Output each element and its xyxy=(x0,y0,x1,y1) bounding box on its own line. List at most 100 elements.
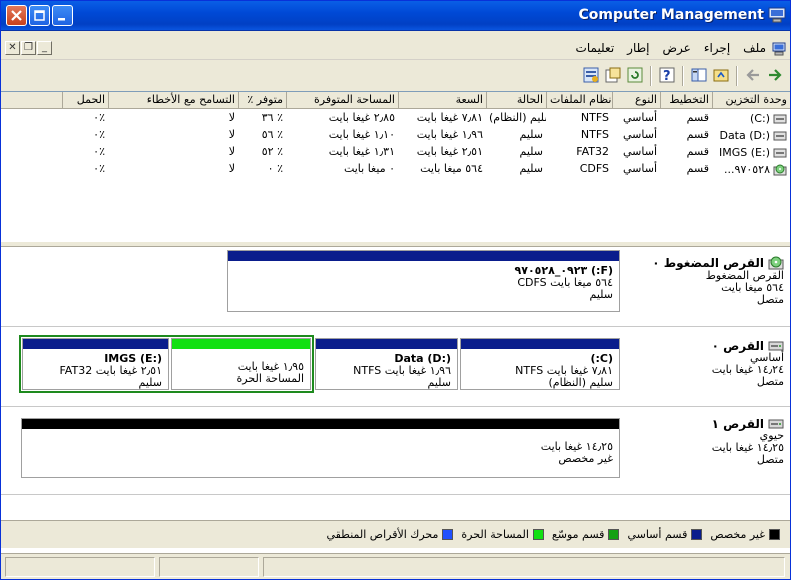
forward-icon[interactable] xyxy=(744,66,762,84)
partition-d[interactable]: Data (D:) ١٫٩٦ غيغا بايت NTFS سليم xyxy=(315,338,458,390)
svg-text:?: ? xyxy=(663,69,671,84)
status-bar xyxy=(1,553,790,579)
partition-bar xyxy=(172,339,310,349)
partition-status: غير مخصص xyxy=(558,452,613,465)
show-hide-tree-icon[interactable] xyxy=(690,66,708,84)
maximize-button[interactable] xyxy=(29,5,50,26)
menu-window[interactable]: إطار xyxy=(627,41,649,55)
volume-percent-free: ٣٦ ٪ xyxy=(261,111,283,124)
legend-label: قسم أساسي xyxy=(627,528,688,541)
col-header-status[interactable]: الحالة xyxy=(486,92,546,109)
volume-filesystem: NTFS xyxy=(580,111,609,124)
main-panel: وحدة التخزين التخطيط النوع نظام الملفات … xyxy=(1,91,790,554)
volume-fault-tolerance: لا xyxy=(228,111,235,124)
volume-type: أساسي xyxy=(622,111,657,124)
legend-item: قسم موسّع xyxy=(552,528,620,541)
volume-free-space: ٠ ميغا بايت xyxy=(343,162,395,175)
legend-item: غير مخصص xyxy=(710,528,780,541)
volume-row[interactable]: Data (D:) قسم أساسي NTFS سليم ١٫٩٦ غيغا … xyxy=(1,127,790,144)
volume-icon xyxy=(773,131,787,140)
status-pane xyxy=(5,557,155,577)
volume-row[interactable]: (C:) قسم أساسي NTFS سليم (النظام) ٧٫٨١ غ… xyxy=(1,110,790,127)
disk0-info[interactable]: القرص ٠ أساسي ١٤٫٢٤ غيغا بايت متصل xyxy=(620,336,790,392)
disk-row-divider xyxy=(1,494,790,495)
menu-file[interactable]: ملف xyxy=(743,41,766,55)
legend-label: غير مخصص xyxy=(710,528,765,541)
disk1-info[interactable]: القرص ١ حيوي ١٤٫٢٥ غيغا بايت متصل xyxy=(620,414,790,470)
col-header-overhead[interactable]: الحمل xyxy=(62,92,108,109)
volume-layout: قسم xyxy=(686,111,709,124)
help-icon[interactable]: ? xyxy=(658,66,676,84)
volume-filesystem: CDFS xyxy=(579,162,609,175)
volume-list-header: وحدة التخزين التخطيط النوع نظام الملفات … xyxy=(1,92,790,109)
volume-name: ...٩٧٠٥٢٨ xyxy=(724,163,770,176)
legend-swatch xyxy=(769,529,780,540)
legend-item: محرك الأقراص المنطقي xyxy=(326,528,454,541)
up-icon[interactable] xyxy=(712,66,730,84)
partition-status: المساحة الحرة xyxy=(236,372,304,385)
close-button[interactable] xyxy=(6,5,27,26)
disk-name: القرص المضغوط ٠ xyxy=(652,256,764,270)
mdi-close-button[interactable]: ✕ xyxy=(5,41,20,55)
volume-status: سليم xyxy=(519,145,544,158)
back-icon[interactable] xyxy=(766,66,784,84)
volume-capacity: ٥٦٤ ميغا بايت xyxy=(420,162,483,175)
col-header-capacity[interactable]: السعة xyxy=(398,92,486,109)
computer-management-icon xyxy=(768,7,786,23)
disk-name: القرص ١ xyxy=(711,417,764,431)
volume-status: سليم xyxy=(519,162,544,175)
pane-splitter[interactable] xyxy=(1,241,790,247)
col-header-filesystem[interactable]: نظام الملفات xyxy=(546,92,612,109)
volume-name: (C:) xyxy=(750,112,770,125)
minimize-button[interactable] xyxy=(52,5,73,26)
volume-capacity: ٧٫٨١ غيغا بايت xyxy=(416,111,483,124)
cdrom-disk-info[interactable]: القرص المضغوط ٠ القرص المضغوط ٥٦٤ ميغا ب… xyxy=(620,252,790,310)
volume-row[interactable]: ...٩٧٠٥٢٨ قسم أساسي CDFS سليم ٥٦٤ ميغا ب… xyxy=(1,161,790,178)
title-bar[interactable]: Computer Management xyxy=(1,1,790,31)
partition-free-space[interactable]: ١٫٩٥ غيغا بايت المساحة الحرة xyxy=(171,338,311,390)
volume-type: أساسي xyxy=(622,162,657,175)
volume-list: (C:) قسم أساسي NTFS سليم (النظام) ٧٫٨١ غ… xyxy=(1,110,790,178)
volume-layout: قسم xyxy=(686,128,709,141)
col-header-layout[interactable]: التخطيط xyxy=(660,92,712,109)
properties-icon[interactable] xyxy=(604,66,622,84)
col-header-type[interactable]: النوع xyxy=(612,92,660,109)
volume-name: Data (D:) xyxy=(719,129,770,142)
volume-percent-free: ٥٢ ٪ xyxy=(261,145,283,158)
partition-bar xyxy=(228,251,619,261)
disk-row-divider xyxy=(1,406,790,407)
menu-help[interactable]: تعليمات xyxy=(576,41,615,55)
volume-free-space: ١٫١٠ غيغا بايت xyxy=(328,128,395,141)
volume-free-space: ٢٫٨٥ غيغا بايت xyxy=(328,111,395,124)
volume-row[interactable]: IMGS (E:) قسم أساسي FAT32 سليم ٢٫٥١ غيغا… xyxy=(1,144,790,161)
menu-view[interactable]: عرض xyxy=(663,41,691,55)
volume-filesystem: FAT32 xyxy=(576,145,609,158)
partition-c[interactable]: (C:) ٧٫٨١ غيغا بايت NTFS سليم (النظام) xyxy=(460,338,620,390)
mdi-minimize-button[interactable]: _ xyxy=(37,41,52,55)
status-pane xyxy=(159,557,259,577)
volume-fault-tolerance: لا xyxy=(228,145,235,158)
legend-swatch xyxy=(691,529,703,540)
disk-state: متصل xyxy=(756,453,784,466)
cdrom-icon xyxy=(773,164,787,175)
legend-swatch xyxy=(532,529,544,540)
disk-state: متصل xyxy=(756,375,784,388)
volume-percent-free: ٠ ٪ xyxy=(267,162,283,175)
col-header-fault-tolerance[interactable]: التسامح مع الأخطاء xyxy=(108,92,238,109)
export-icon[interactable] xyxy=(582,66,600,84)
partition-e[interactable]: IMGS (E:) ٢٫٥١ غيغا بايت FAT32 سليم xyxy=(22,338,169,390)
volume-capacity: ٢٫٥١ غيغا بايت xyxy=(416,145,483,158)
cdrom-icon xyxy=(768,256,784,270)
col-header-percent-free[interactable]: ٪ متوفر xyxy=(238,92,286,109)
menu-action[interactable]: إجراء xyxy=(704,41,730,55)
window: Computer Management ملف إجراء عرض إطار ت… xyxy=(0,0,791,580)
mdi-restore-button[interactable]: ❐ xyxy=(21,41,36,55)
partition-status: سليم xyxy=(427,376,452,389)
col-header-volume[interactable]: وحدة التخزين xyxy=(712,92,790,109)
refresh-icon[interactable] xyxy=(626,66,644,84)
partition-f[interactable]: (F:) ٠٩٢٣_٩٧٠٥٢٨ ٥٦٤ ميغا بايت CDFS سليم xyxy=(227,250,620,312)
volume-filesystem: NTFS xyxy=(580,128,609,141)
volume-percent-free: ٥٦ ٪ xyxy=(261,128,283,141)
partition-unallocated[interactable]: ١٤٫٢٥ غيغا بايت غير مخصص xyxy=(21,418,620,478)
col-header-free-space[interactable]: المساحة المتوفرة xyxy=(286,92,398,109)
